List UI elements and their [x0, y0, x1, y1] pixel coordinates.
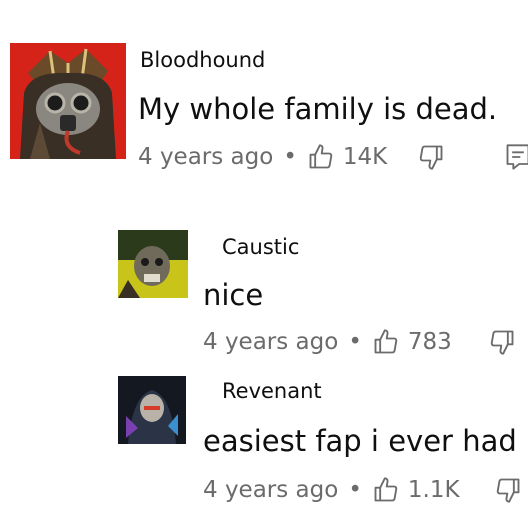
reply-text: nice [203, 278, 264, 312]
like-count: 14K [342, 144, 388, 170]
avatar[interactable] [118, 376, 186, 444]
reply-toolbar: 4 years ago • 1.1K [203, 475, 522, 505]
separator-dot: • [348, 329, 362, 355]
reply-text: easiest fap i ever had [203, 424, 517, 458]
separator-dot: • [283, 144, 297, 170]
comment-text: My whole family is dead. [138, 92, 498, 126]
reply-icon[interactable] [505, 143, 528, 171]
reply-timestamp[interactable]: 4 years ago [203, 477, 338, 503]
like-count: 1.1K [407, 477, 460, 503]
reply-toolbar: 4 years ago • 783 [203, 327, 516, 357]
reply-caustic: Caustic nice 4 years ago • 783 [0, 220, 528, 370]
comment-timestamp[interactable]: 4 years ago [138, 144, 273, 170]
reply-author[interactable]: Revenant [222, 379, 322, 403]
reply-timestamp[interactable]: 4 years ago [203, 329, 338, 355]
caustic-avatar-image [118, 230, 188, 298]
thumbs-up-icon[interactable] [372, 328, 400, 356]
reply-author[interactable]: Caustic [222, 235, 299, 259]
bloodhound-avatar-image [10, 43, 126, 159]
avatar[interactable] [118, 230, 188, 298]
reply-revenant: Revenant easiest fap i ever had 4 years … [0, 368, 528, 528]
like-count: 783 [407, 329, 452, 355]
thumbs-down-icon[interactable] [417, 143, 445, 171]
comment-bloodhound: Bloodhound My whole family is dead. 4 ye… [0, 0, 528, 190]
thumbs-down-icon[interactable] [494, 476, 522, 504]
thumbs-up-icon[interactable] [307, 143, 335, 171]
avatar[interactable] [10, 43, 126, 159]
thumbs-up-icon[interactable] [372, 476, 400, 504]
revenant-avatar-image [118, 376, 186, 444]
comment-author[interactable]: Bloodhound [140, 48, 265, 72]
thumbs-down-icon[interactable] [488, 328, 516, 356]
comment-toolbar: 4 years ago • 14K [138, 142, 528, 172]
separator-dot: • [348, 477, 362, 503]
